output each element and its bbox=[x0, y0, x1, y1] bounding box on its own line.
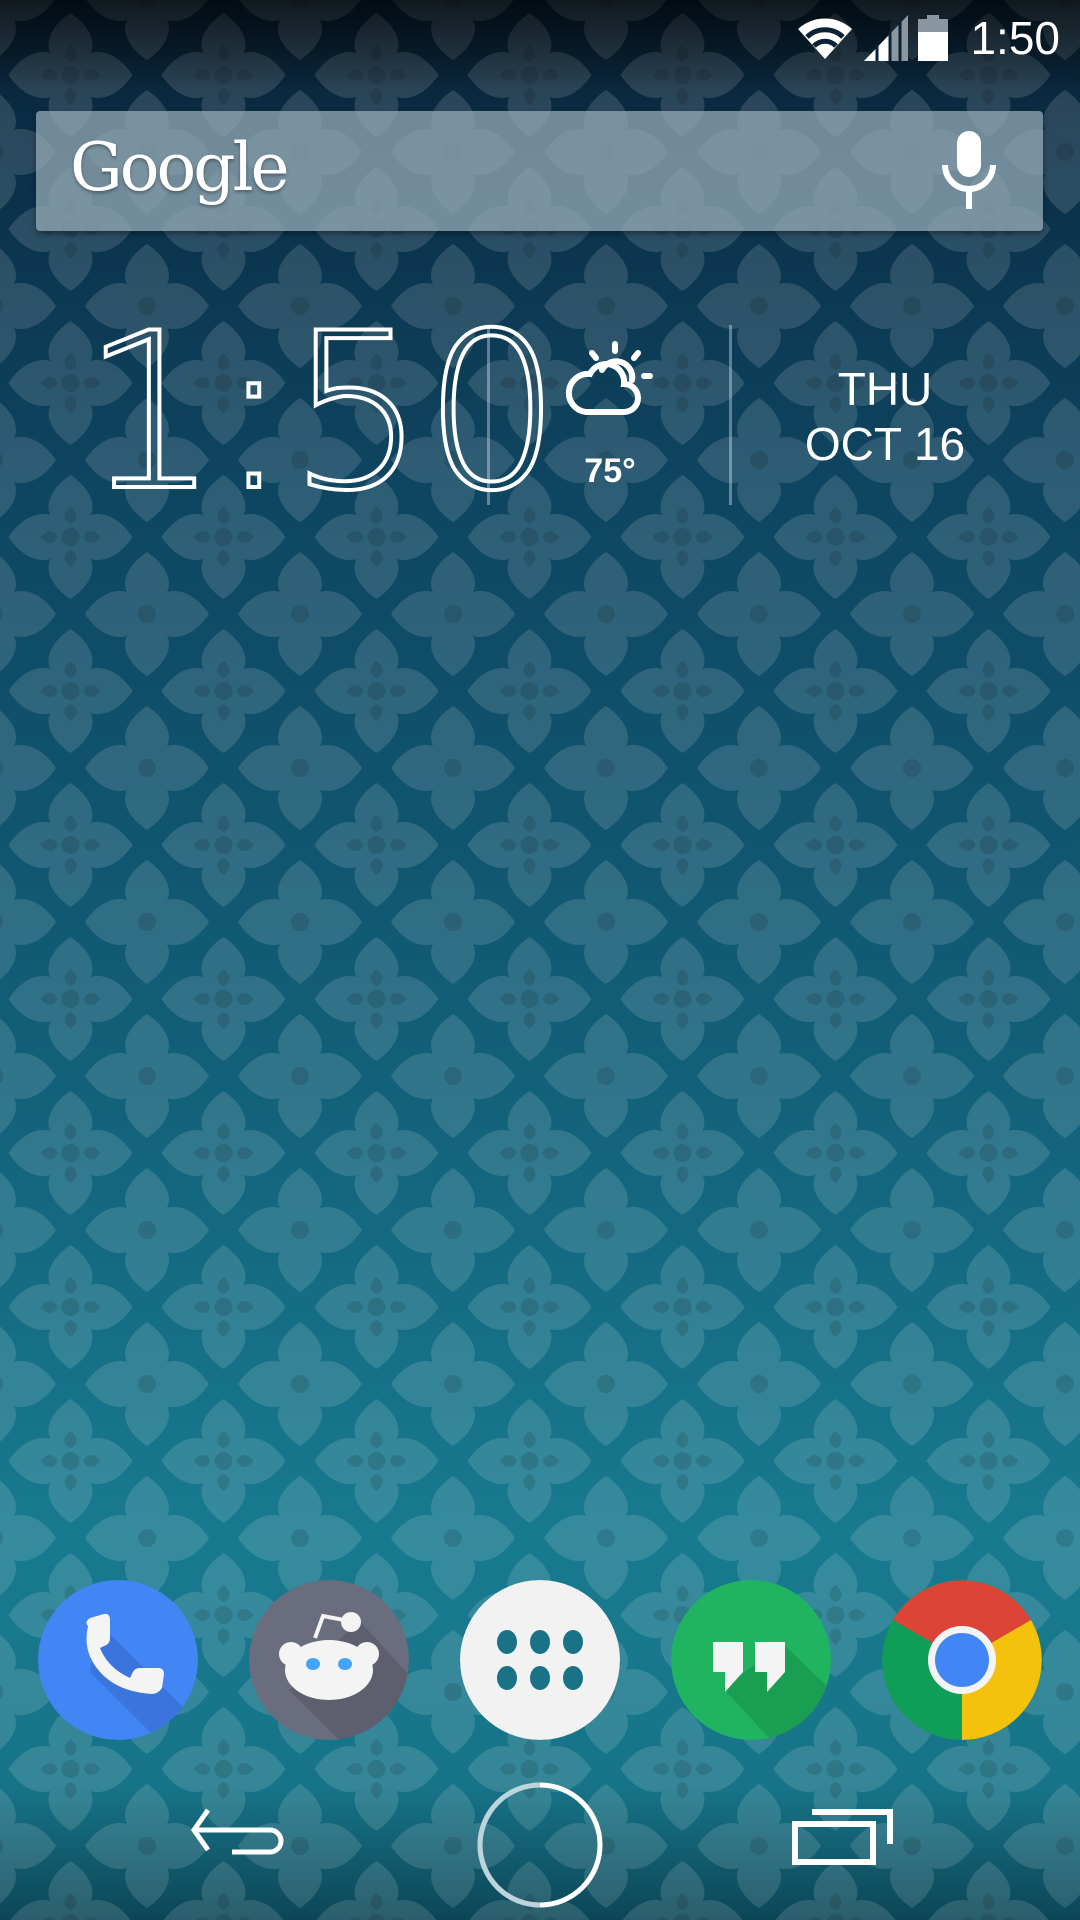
voice-search-button[interactable] bbox=[929, 129, 1009, 213]
google-search-bar[interactable]: Google bbox=[36, 111, 1043, 231]
partly-cloudy-icon[interactable] bbox=[562, 338, 658, 424]
google-logo: Google bbox=[70, 129, 290, 206]
cell-signal-icon bbox=[864, 15, 909, 61]
date-text: OCT 16 bbox=[804, 418, 966, 470]
mic-icon bbox=[942, 131, 996, 209]
status-bar[interactable]: 1:50 bbox=[0, 0, 1080, 75]
back-arrow-icon bbox=[190, 1808, 284, 1855]
reddit-icon bbox=[249, 1580, 409, 1740]
recent-apps-icon bbox=[792, 1809, 893, 1865]
dock-app-hangouts[interactable] bbox=[671, 1580, 831, 1740]
recents-button[interactable] bbox=[782, 1780, 902, 1880]
day-of-week: THU bbox=[837, 363, 933, 415]
widget-divider bbox=[487, 325, 490, 505]
hangouts-icon bbox=[671, 1580, 831, 1740]
back-button[interactable] bbox=[180, 1780, 300, 1880]
chrome-icon bbox=[882, 1580, 1042, 1740]
home-circle-icon bbox=[477, 1782, 603, 1908]
dock-app-reddit[interactable] bbox=[249, 1580, 409, 1740]
phone-icon bbox=[38, 1580, 198, 1740]
widget-divider bbox=[729, 325, 732, 505]
status-icons: 1:50 bbox=[796, 8, 1060, 68]
dock-app-phone[interactable] bbox=[38, 1580, 198, 1740]
app-drawer-button[interactable] bbox=[460, 1580, 620, 1740]
wifi-icon bbox=[798, 18, 853, 59]
home-button[interactable] bbox=[475, 1780, 605, 1910]
app-drawer-icon bbox=[460, 1580, 620, 1740]
weather-temperature: 75° bbox=[584, 452, 636, 490]
battery-icon bbox=[918, 15, 949, 61]
dock-app-chrome[interactable] bbox=[882, 1580, 1042, 1740]
date-display[interactable]: THU OCT 16 bbox=[760, 362, 1010, 472]
status-clock: 1:50 bbox=[970, 12, 1060, 64]
